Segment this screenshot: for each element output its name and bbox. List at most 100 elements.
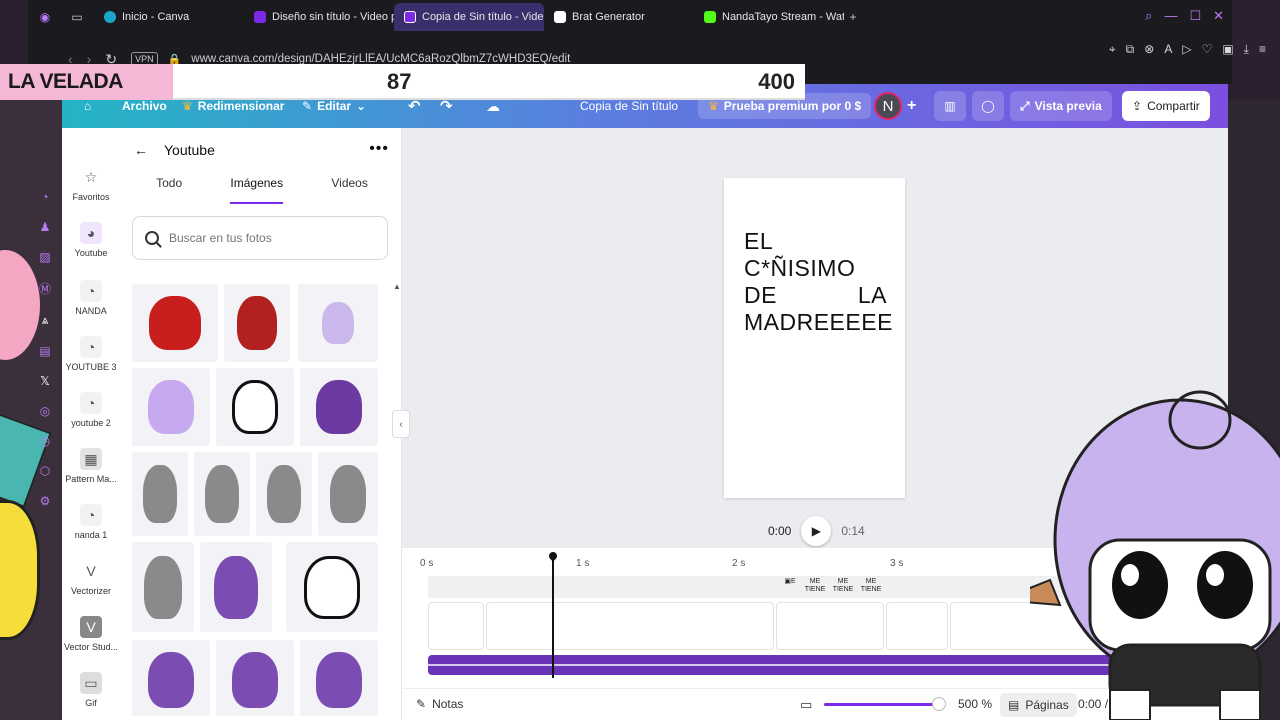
extensions-icon[interactable]: ⬡ (40, 464, 50, 478)
zoom-value[interactable]: 500 % (958, 697, 992, 711)
video-clip[interactable] (428, 602, 484, 650)
vector-studio-icon: V (80, 616, 102, 638)
play-icon[interactable]: ▷ (1182, 42, 1191, 57)
tab-imagenes[interactable]: Imágenes (230, 176, 284, 204)
panel-scrollbar[interactable]: ▲ (393, 276, 401, 706)
cloud-saved-icon[interactable]: ☁ (486, 98, 500, 115)
settings-icon[interactable]: ⚙ (40, 494, 51, 508)
preview-button[interactable]: ⤢ Vista previa (1010, 91, 1112, 121)
grid-view-icon[interactable]: ▭ (800, 697, 812, 713)
rail-item-nanda-1[interactable]: ◔ nanda 1 (62, 504, 120, 540)
archivo-menu[interactable]: Archivo (122, 99, 167, 113)
x-icon[interactable]: 𝕏 (40, 374, 50, 388)
text-clip[interactable]: ME TIENE (802, 578, 828, 594)
text-clip[interactable]: ME TIENE (858, 578, 884, 594)
scroll-up-icon[interactable]: ▲ (393, 282, 401, 291)
rail-item-label: Pattern Ma... (65, 474, 117, 484)
search-input[interactable]: Buscar en tus fotos (132, 216, 388, 260)
rail-item-youtube-2[interactable]: ◔ youtube 2 (62, 392, 120, 428)
rail-item-vectorizer[interactable]: V Vectorizer (62, 560, 120, 596)
insights-icon[interactable]: ▥ (934, 91, 966, 121)
play-button[interactable]: ▶ (801, 516, 832, 546)
image-thumbnail[interactable] (216, 368, 294, 446)
twitch-icon[interactable]: ▤ (39, 344, 50, 358)
image-thumbnail[interactable] (300, 368, 378, 446)
new-tab-button[interactable]: + (844, 8, 862, 26)
image-thumbnail[interactable] (298, 284, 378, 362)
screenshot-icon[interactable]: ⧉ (1126, 42, 1135, 57)
rail-item-youtube-3[interactable]: ◔ YOUTUBE 3 (62, 336, 120, 372)
collapse-panel-button[interactable]: ‹ (392, 410, 410, 438)
minimize-icon[interactable]: — (1164, 8, 1177, 24)
crown-icon: ♛ (708, 99, 719, 113)
rail-item-youtube[interactable]: ◕ Youtube (62, 222, 120, 258)
rail-item-favoritos[interactable]: ☆ Favoritos (62, 166, 120, 203)
audio-track[interactable] (428, 655, 1128, 675)
design-page[interactable]: EL C*ÑISIMO DE LA MADREEEEE (724, 178, 905, 498)
notes-button[interactable]: ✎ Notas (416, 697, 463, 711)
avatar[interactable]: N (874, 92, 902, 120)
aria-icon[interactable]: ◔ (41, 190, 48, 204)
back-arrow-icon[interactable]: ← (134, 142, 148, 158)
zoom-slider-handle[interactable] (932, 697, 946, 711)
tab-videos[interactable]: Videos (331, 176, 367, 204)
app-icon[interactable]: ♟ (40, 220, 51, 234)
rail-item-nanda[interactable]: ◔ NANDA (62, 280, 120, 316)
history-icon[interactable]: ◷ (40, 434, 50, 448)
arrow-icon[interactable]: ⩓ (42, 313, 49, 328)
box-icon[interactable]: ▣ (1222, 42, 1233, 57)
image-thumbnail[interactable] (216, 640, 294, 716)
playhead[interactable] (552, 554, 554, 678)
browser-tab[interactable]: Brat Generator (544, 3, 694, 31)
tab-todo[interactable]: Todo (156, 176, 182, 204)
tab-overview-icon[interactable]: ▭ (68, 8, 86, 26)
rail-item-vector-studio[interactable]: V Vector Stud... (62, 616, 120, 652)
resize-button[interactable]: ♛ Redimensionar (182, 99, 284, 113)
text-clip[interactable]: ▣E (780, 578, 800, 586)
wallet-icon[interactable]: ▨ (39, 250, 50, 264)
image-thumbnail[interactable] (224, 284, 290, 362)
maximize-icon[interactable]: ☐ (1189, 8, 1201, 24)
rail-item-gif[interactable]: ▭ Gif (62, 672, 120, 708)
add-collaborator-icon[interactable]: + (907, 97, 916, 115)
browser-tab[interactable]: Diseño sin título - Video p (244, 3, 394, 31)
image-thumbnail[interactable] (300, 640, 378, 716)
menu-icon[interactable]: ≡ (1259, 42, 1266, 57)
translate-icon[interactable]: A (1164, 42, 1172, 57)
page-text[interactable]: EL C*ÑISIMO DE LA MADREEEEE (744, 228, 892, 336)
block-icon[interactable]: ⊗ (1144, 42, 1154, 57)
pin-icon[interactable]: ⌖ (1109, 42, 1116, 57)
comment-icon[interactable]: ◯ (972, 91, 1004, 121)
player-icon[interactable]: ◎ (40, 404, 50, 418)
edit-menu[interactable]: ✎ Editar ⌄ (302, 99, 366, 113)
close-icon[interactable]: ✕ (1213, 8, 1224, 24)
more-options-icon[interactable]: ••• (369, 140, 389, 158)
browser-menu-icon[interactable]: ◉ (36, 8, 54, 26)
image-thumbnail[interactable] (200, 542, 272, 632)
image-thumbnail[interactable] (318, 452, 378, 536)
browser-tab-active[interactable]: Copia de Sin título - Video (394, 3, 544, 31)
search-tabs-icon[interactable]: ⌕ (1145, 8, 1152, 24)
image-thumbnail[interactable] (132, 284, 218, 362)
download-icon[interactable]: ⤓ (1244, 42, 1249, 57)
text-clip[interactable]: ME TIENE (830, 578, 856, 594)
image-thumbnail[interactable] (132, 452, 188, 536)
video-clip[interactable] (776, 602, 884, 650)
messenger-icon[interactable]: Ⓜ (39, 280, 51, 297)
image-thumbnail[interactable] (194, 452, 250, 536)
image-thumbnail[interactable] (132, 368, 210, 446)
image-thumbnail[interactable] (256, 452, 312, 536)
document-title[interactable]: Copia de Sin título (580, 99, 678, 113)
share-button[interactable]: ⇪ Compartir (1122, 91, 1210, 121)
image-thumbnail[interactable] (286, 542, 378, 632)
heart-icon[interactable]: ♡ (1202, 42, 1213, 57)
browser-tab[interactable]: NandaTayo Stream - Watc (694, 3, 844, 31)
home-icon[interactable]: ⌂ (84, 99, 91, 113)
video-clip[interactable] (886, 602, 948, 650)
image-thumbnail[interactable] (132, 640, 210, 716)
rail-item-pattern[interactable]: ▦ Pattern Ma... (62, 448, 120, 484)
image-thumbnail[interactable] (132, 542, 194, 632)
video-clip[interactable] (486, 602, 774, 650)
zoom-slider[interactable] (824, 703, 942, 706)
browser-tab[interactable]: Inicio - Canva (94, 3, 244, 31)
